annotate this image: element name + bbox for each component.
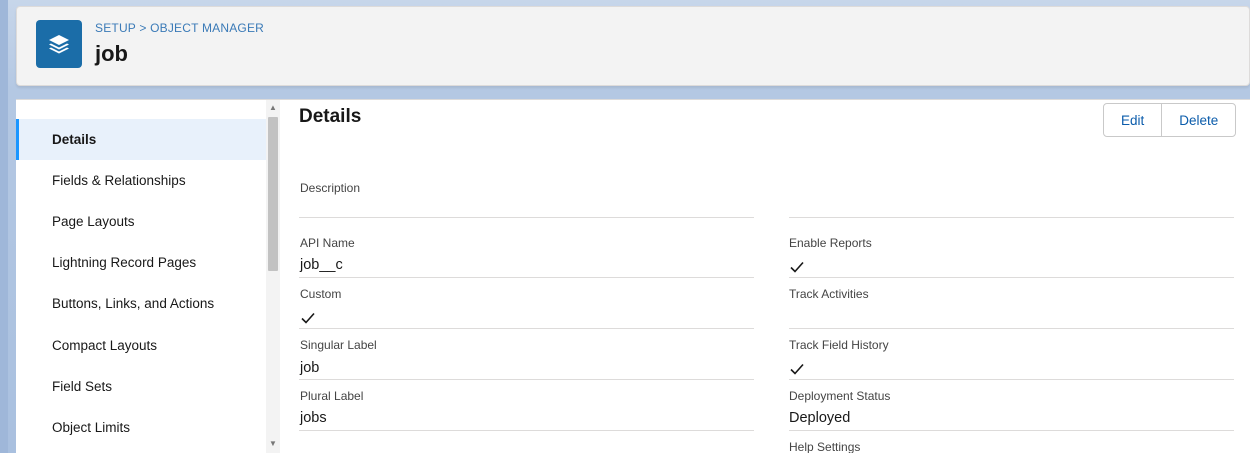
checkmark-icon xyxy=(790,261,804,273)
page-title: job xyxy=(95,41,128,66)
sidebar-item-label: Fields & Relationships xyxy=(52,173,186,188)
custom-label: Custom xyxy=(300,287,342,301)
delete-button[interactable]: Delete xyxy=(1161,104,1236,136)
sidebar-item-label: Details xyxy=(52,132,97,147)
singular-label-label: Singular Label xyxy=(300,338,377,352)
deployment-status-value: Deployed xyxy=(789,410,851,426)
breadcrumb-object-manager[interactable]: OBJECT MANAGER xyxy=(150,21,264,35)
divider xyxy=(789,277,1234,278)
track-field-history-label: Track Field History xyxy=(789,338,889,352)
track-activities-label: Track Activities xyxy=(789,287,869,301)
sidebar-item-label: Field Sets xyxy=(52,379,113,394)
divider xyxy=(789,328,1234,329)
edit-button[interactable]: Edit xyxy=(1104,104,1162,136)
breadcrumb-separator: > xyxy=(139,21,147,35)
breadcrumb: SETUP > OBJECT MANAGER xyxy=(95,21,264,35)
plural-label-label: Plural Label xyxy=(300,389,364,403)
sidebar-item-object-limits[interactable]: Object Limits xyxy=(16,407,266,448)
details-heading: Details xyxy=(299,106,362,127)
plural-label-value: jobs xyxy=(300,410,327,426)
description-label: Description xyxy=(300,181,361,195)
sidebar-item-field-sets[interactable]: Field Sets xyxy=(16,366,266,407)
checkmark-icon xyxy=(790,363,804,375)
divider xyxy=(789,379,1234,380)
page-header: SETUP > OBJECT MANAGER job xyxy=(16,6,1250,86)
singular-label-value: job xyxy=(300,360,320,376)
sidebar-item-buttons-links-actions[interactable]: Buttons, Links, and Actions xyxy=(16,283,266,324)
sidebar-item-label: Lightning Record Pages xyxy=(52,255,197,270)
api-name-value: job__c xyxy=(300,257,343,273)
sidebar-scrollbar[interactable]: ▲ ▼ xyxy=(266,100,280,453)
deployment-status-label: Deployment Status xyxy=(789,389,891,403)
scrollbar-thumb[interactable] xyxy=(268,117,278,271)
sidebar-item-label: Compact Layouts xyxy=(52,338,158,353)
window-edge xyxy=(0,0,8,453)
api-name-label: API Name xyxy=(300,236,355,250)
sidebar-item-details[interactable]: Details xyxy=(16,119,266,160)
checkmark-icon xyxy=(301,312,315,324)
help-settings-label: Help Settings xyxy=(789,440,861,453)
divider xyxy=(789,217,1234,218)
enable-reports-label: Enable Reports xyxy=(789,236,872,250)
sidebar-item-label: Buttons, Links, and Actions xyxy=(52,296,215,311)
divider xyxy=(299,328,754,329)
scroll-down-arrow-icon[interactable]: ▼ xyxy=(266,438,280,450)
divider xyxy=(299,430,754,431)
divider xyxy=(299,379,754,380)
object-manager-sidebar: Details Fields & Relationships Page Layo… xyxy=(16,100,266,453)
divider xyxy=(789,430,1234,431)
sidebar-item-label: Object Limits xyxy=(52,420,131,435)
sidebar-item-compact-layouts[interactable]: Compact Layouts xyxy=(16,325,266,366)
breadcrumb-setup[interactable]: SETUP xyxy=(95,21,136,35)
main-card: Details Fields & Relationships Page Layo… xyxy=(16,99,1250,453)
divider xyxy=(299,217,754,218)
sidebar-item-label: Page Layouts xyxy=(52,214,135,229)
divider xyxy=(299,277,754,278)
scroll-up-arrow-icon[interactable]: ▲ xyxy=(266,102,280,114)
sidebar-item-page-layouts[interactable]: Page Layouts xyxy=(16,201,266,242)
layers-icon xyxy=(36,20,82,68)
action-button-group: Edit Delete xyxy=(1103,103,1237,137)
sidebar-item-fields-relationships[interactable]: Fields & Relationships xyxy=(16,160,266,201)
sidebar-item-lightning-record-pages[interactable]: Lightning Record Pages xyxy=(16,242,266,283)
